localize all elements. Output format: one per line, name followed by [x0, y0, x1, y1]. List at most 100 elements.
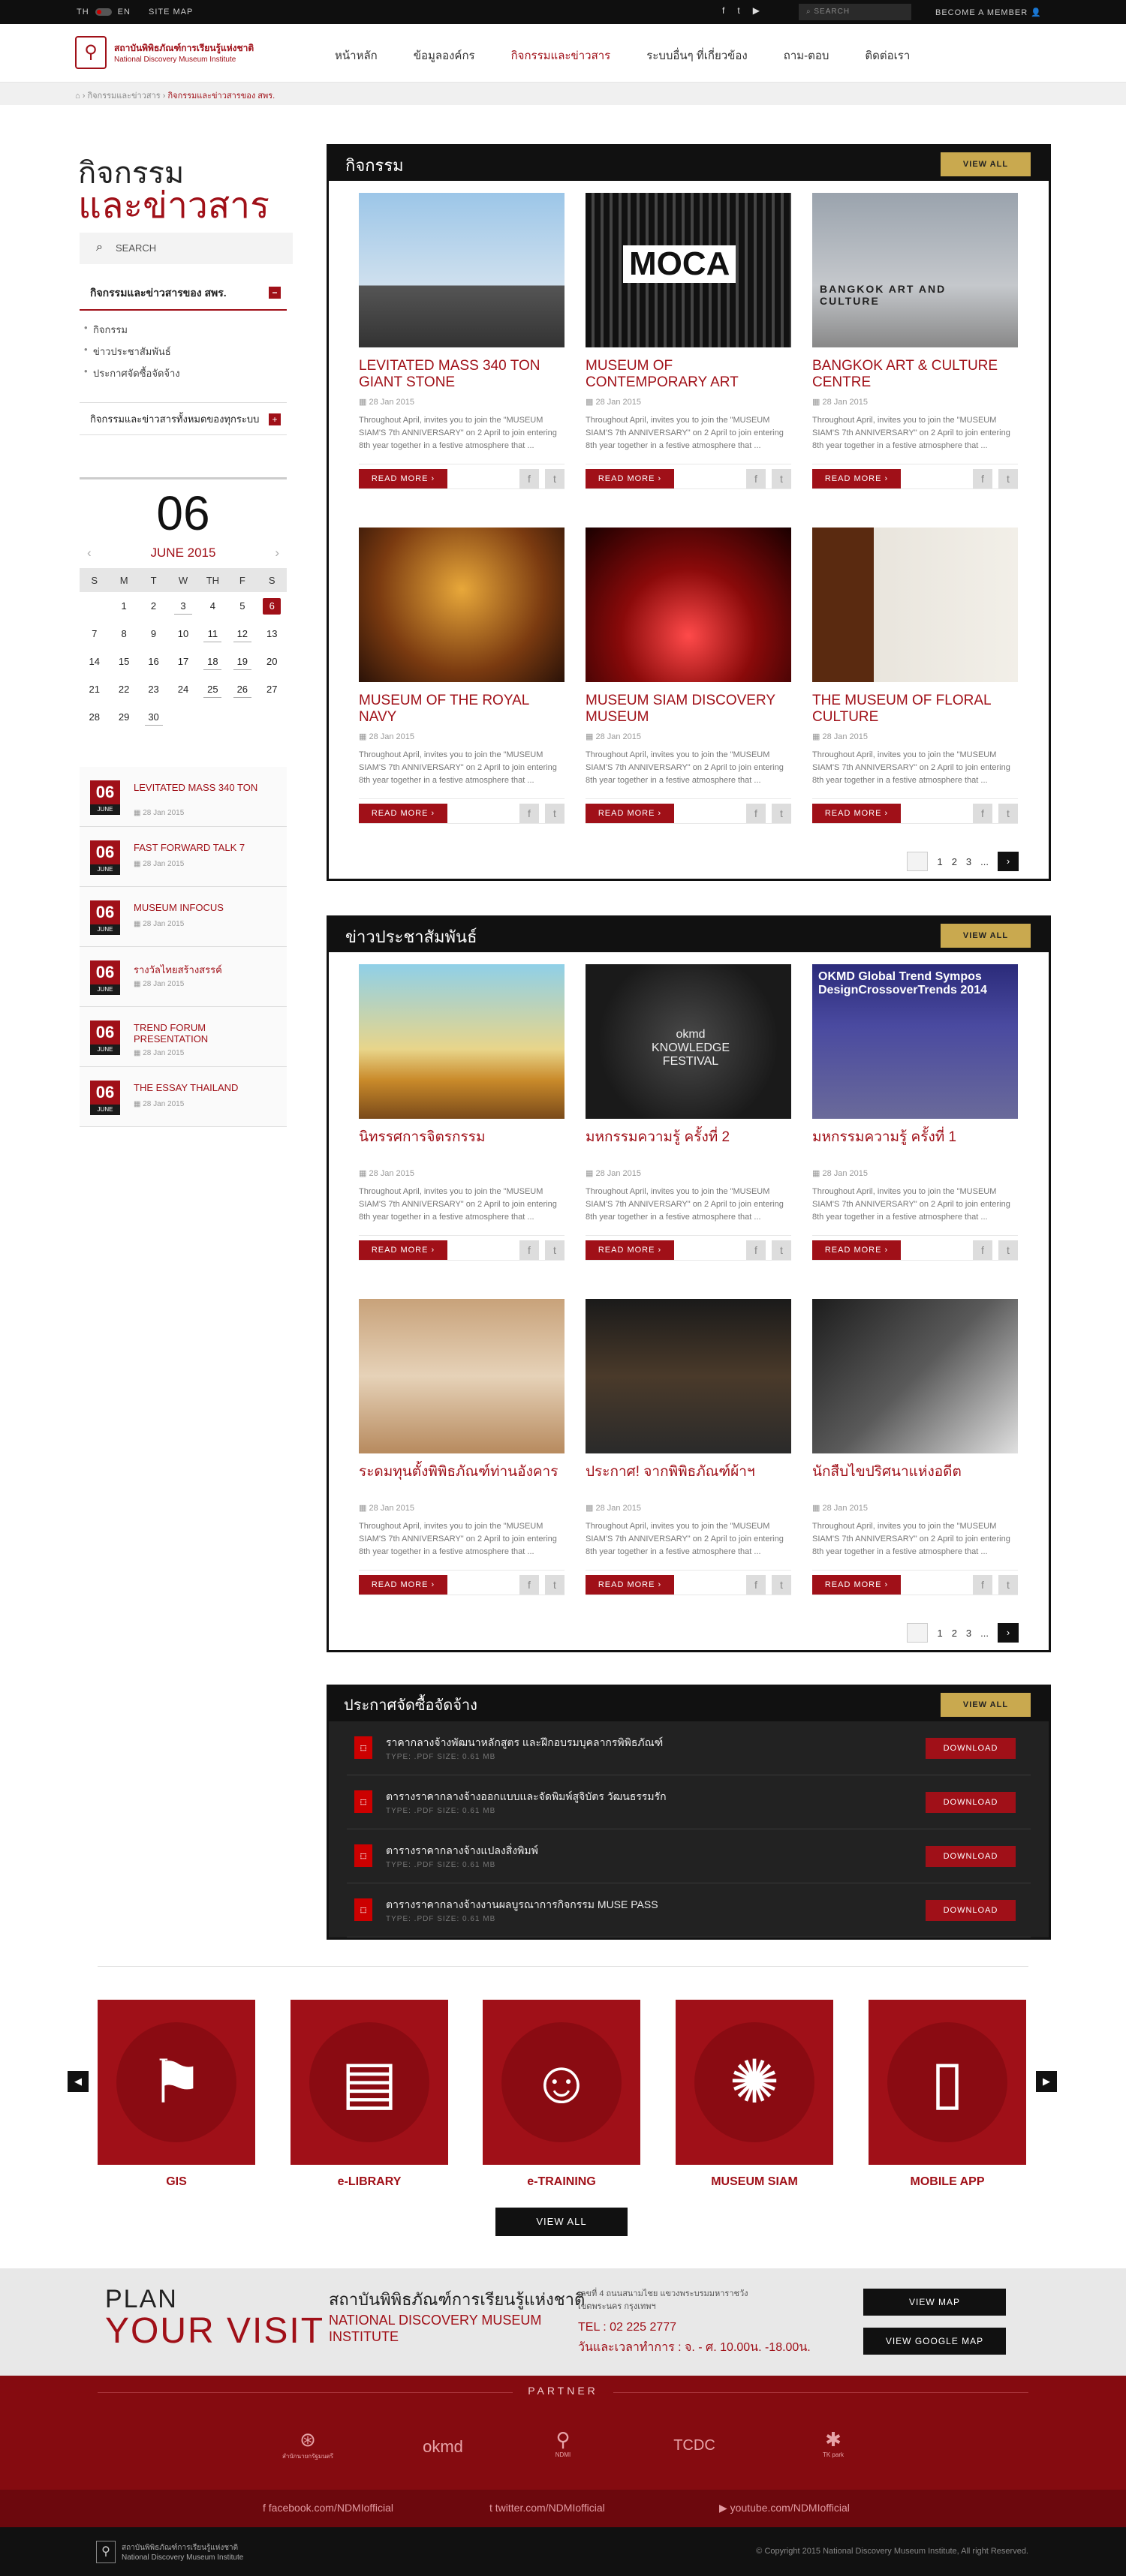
page-number[interactable]: 3	[966, 1628, 971, 1639]
footer-logo[interactable]: ⚲ สถาบันพิพิธภัณฑ์การเรียนรู้แห่งชาติ Nat…	[96, 2541, 243, 2563]
twitter-share-icon[interactable]: t	[998, 1575, 1018, 1595]
calendar-day[interactable]: 21	[86, 681, 104, 698]
facebook-link[interactable]: f facebook.com/NDMIofficial	[263, 2502, 393, 2514]
sidebar-search-input[interactable]: ⌕ SEARCH	[80, 233, 293, 264]
procurement-title-text[interactable]: ตารางราคากลางจ้างแปลงสิ่งพิมพ์	[386, 1843, 538, 1859]
calendar-day[interactable]: 13	[263, 626, 281, 642]
become-member-link[interactable]: BECOME A MEMBER 👤	[935, 8, 1042, 17]
calendar-day[interactable]: 23	[145, 681, 163, 698]
sidebar-event-item[interactable]: 06 JUNE รางวัลไทยสร้างสรรค์ ▦ 28 Jan 2015	[80, 947, 287, 1007]
home-icon[interactable]: ⌂	[75, 92, 80, 101]
service-tile[interactable]: ☺ e-TRAINING	[483, 2000, 640, 2189]
download-button[interactable]: DOWNLOAD	[926, 1846, 1016, 1867]
card-image[interactable]: BANGKOK ART AND CULTURE	[812, 193, 1018, 347]
facebook-share-icon[interactable]: f	[519, 469, 539, 488]
read-more-button[interactable]: READ MORE ›	[812, 1575, 901, 1595]
sidebar-section-ndmi[interactable]: กิจกรรมและข่าวสารของ สพร. −	[80, 279, 287, 311]
partner-logo-tkpark[interactable]: ✱ TK park	[784, 2428, 882, 2458]
calendar-day[interactable]: 20	[263, 654, 281, 670]
calendar-day[interactable]: 10	[174, 626, 192, 642]
nav-about[interactable]: ข้อมูลองค์กร	[402, 47, 499, 83]
twitter-share-icon[interactable]: t	[545, 804, 565, 823]
expand-icon[interactable]: +	[269, 413, 281, 425]
nav-contact[interactable]: ติดต่อเรา	[853, 47, 934, 83]
partner-logo-tcdc[interactable]: TCDC	[646, 2428, 743, 2454]
services-prev-icon[interactable]: ◀	[68, 2071, 89, 2092]
procurement-title-text[interactable]: ราคากลางจ้างพัฒนาหลักสูตร และฝึกอบรมบุคล…	[386, 1735, 663, 1751]
card-title[interactable]: นิทรรศการจิตรกรรม	[359, 1129, 565, 1164]
calendar-day[interactable]: 29	[115, 709, 133, 726]
twitter-icon[interactable]: t	[737, 5, 740, 16]
facebook-share-icon[interactable]: f	[519, 1575, 539, 1595]
page-number[interactable]: 2	[952, 1628, 957, 1639]
card-image[interactable]	[359, 528, 565, 682]
twitter-share-icon[interactable]: t	[545, 1240, 565, 1260]
read-more-button[interactable]: READ MORE ›	[586, 1240, 674, 1260]
twitter-share-icon[interactable]: t	[545, 469, 565, 488]
twitter-share-icon[interactable]: t	[545, 1575, 565, 1595]
read-more-button[interactable]: READ MORE ›	[812, 1240, 901, 1260]
next-page-icon[interactable]: ›	[998, 852, 1019, 871]
partner-logo-okmd[interactable]: okmd	[394, 2428, 492, 2457]
twitter-share-icon[interactable]: t	[998, 804, 1018, 823]
procurement-view-all-button[interactable]: VIEW ALL	[941, 1693, 1031, 1717]
calendar-day[interactable]: 28	[86, 709, 104, 726]
service-tile[interactable]: ⚑ GIS	[98, 2000, 255, 2189]
facebook-share-icon[interactable]: f	[746, 804, 766, 823]
twitter-share-icon[interactable]: t	[772, 804, 791, 823]
page-number[interactable]: 1	[937, 856, 942, 867]
calendar-day[interactable]: 30	[144, 709, 163, 726]
procurement-title-text[interactable]: ตารางราคากลางจ้างงานผลบูรณาการกิจกรรม MU…	[386, 1897, 658, 1913]
sidebar-item-activities[interactable]: กิจกรรม	[80, 319, 180, 341]
download-button[interactable]: DOWNLOAD	[926, 1900, 1016, 1921]
service-tile[interactable]: ▤ e-LIBRARY	[291, 2000, 448, 2189]
read-more-button[interactable]: READ MORE ›	[359, 804, 447, 823]
card-image[interactable]: OKMD Global Trend Sympos DesignCrossover…	[812, 964, 1018, 1119]
prev-month-icon[interactable]: ‹	[87, 546, 92, 561]
twitter-link[interactable]: t twitter.com/NDMIofficial	[489, 2502, 605, 2514]
service-tile[interactable]: ✺ MUSEUM SIAM	[676, 2000, 833, 2189]
card-image[interactable]: okmd KNOWLEDGE FESTIVAL	[586, 964, 791, 1119]
youtube-link[interactable]: ▶ youtube.com/NDMIofficial	[719, 2502, 850, 2514]
facebook-share-icon[interactable]: f	[973, 1575, 992, 1595]
nav-other-systems[interactable]: ระบบอื่นๆ ที่เกี่ยวข้อง	[634, 47, 772, 83]
view-google-map-button[interactable]: VIEW GOOGLE MAP	[863, 2328, 1006, 2355]
nav-home[interactable]: หน้าหลัก	[323, 47, 402, 83]
nav-faq[interactable]: ถาม-ตอบ	[772, 47, 854, 83]
card-title[interactable]: มหกรรมความรู้ ครั้งที่ 2	[586, 1129, 791, 1164]
twitter-share-icon[interactable]: t	[772, 1575, 791, 1595]
read-more-button[interactable]: READ MORE ›	[812, 469, 901, 488]
breadcrumb-level1[interactable]: กิจกรรมและข่าวสาร	[87, 92, 160, 101]
top-search-input[interactable]: ⌕ SEARCH	[799, 4, 911, 20]
sitemap-link[interactable]: SITE MAP	[149, 8, 193, 17]
partner-logo-ndmi[interactable]: ⚲ NDMI	[514, 2428, 612, 2458]
page-number[interactable]: ...	[980, 856, 989, 867]
collapse-icon[interactable]: −	[269, 287, 281, 299]
prev-page-icon[interactable]	[907, 1623, 929, 1643]
facebook-share-icon[interactable]: f	[746, 469, 766, 488]
twitter-share-icon[interactable]: t	[772, 469, 791, 488]
facebook-share-icon[interactable]: f	[746, 1575, 766, 1595]
twitter-share-icon[interactable]: t	[998, 1240, 1018, 1260]
calendar-day[interactable]: 9	[145, 626, 163, 642]
read-more-button[interactable]: READ MORE ›	[359, 1575, 447, 1595]
read-more-button[interactable]: READ MORE ›	[586, 1575, 674, 1595]
card-image[interactable]	[812, 1299, 1018, 1453]
sidebar-event-item[interactable]: 06 JUNE FAST FORWARD TALK 7 ▦ 28 Jan 2015	[80, 827, 287, 887]
sidebar-item-news[interactable]: ข่าวประชาสัมพันธ์	[80, 341, 180, 362]
calendar-day[interactable]: 5	[233, 598, 251, 615]
services-view-all-button[interactable]: VIEW ALL	[495, 2208, 628, 2236]
twitter-share-icon[interactable]: t	[998, 469, 1018, 488]
card-title[interactable]: มหกรรมความรู้ ครั้งที่ 1	[812, 1129, 1018, 1164]
card-image[interactable]	[586, 1299, 791, 1453]
calendar-day[interactable]: 8	[115, 626, 133, 642]
sidebar-event-item[interactable]: 06 JUNE MUSEUM INFOCUS ▦ 28 Jan 2015	[80, 887, 287, 947]
calendar-day[interactable]: 27	[263, 681, 281, 698]
calendar-day[interactable]: 3	[173, 598, 192, 615]
calendar-day[interactable]: 11	[203, 626, 222, 642]
youtube-icon[interactable]: ▶	[753, 5, 760, 16]
service-tile[interactable]: ▯ MOBILE APP	[869, 2000, 1026, 2189]
card-image[interactable]	[359, 193, 565, 347]
read-more-button[interactable]: READ MORE ›	[359, 469, 447, 488]
calendar-day[interactable]: 17	[174, 654, 192, 670]
